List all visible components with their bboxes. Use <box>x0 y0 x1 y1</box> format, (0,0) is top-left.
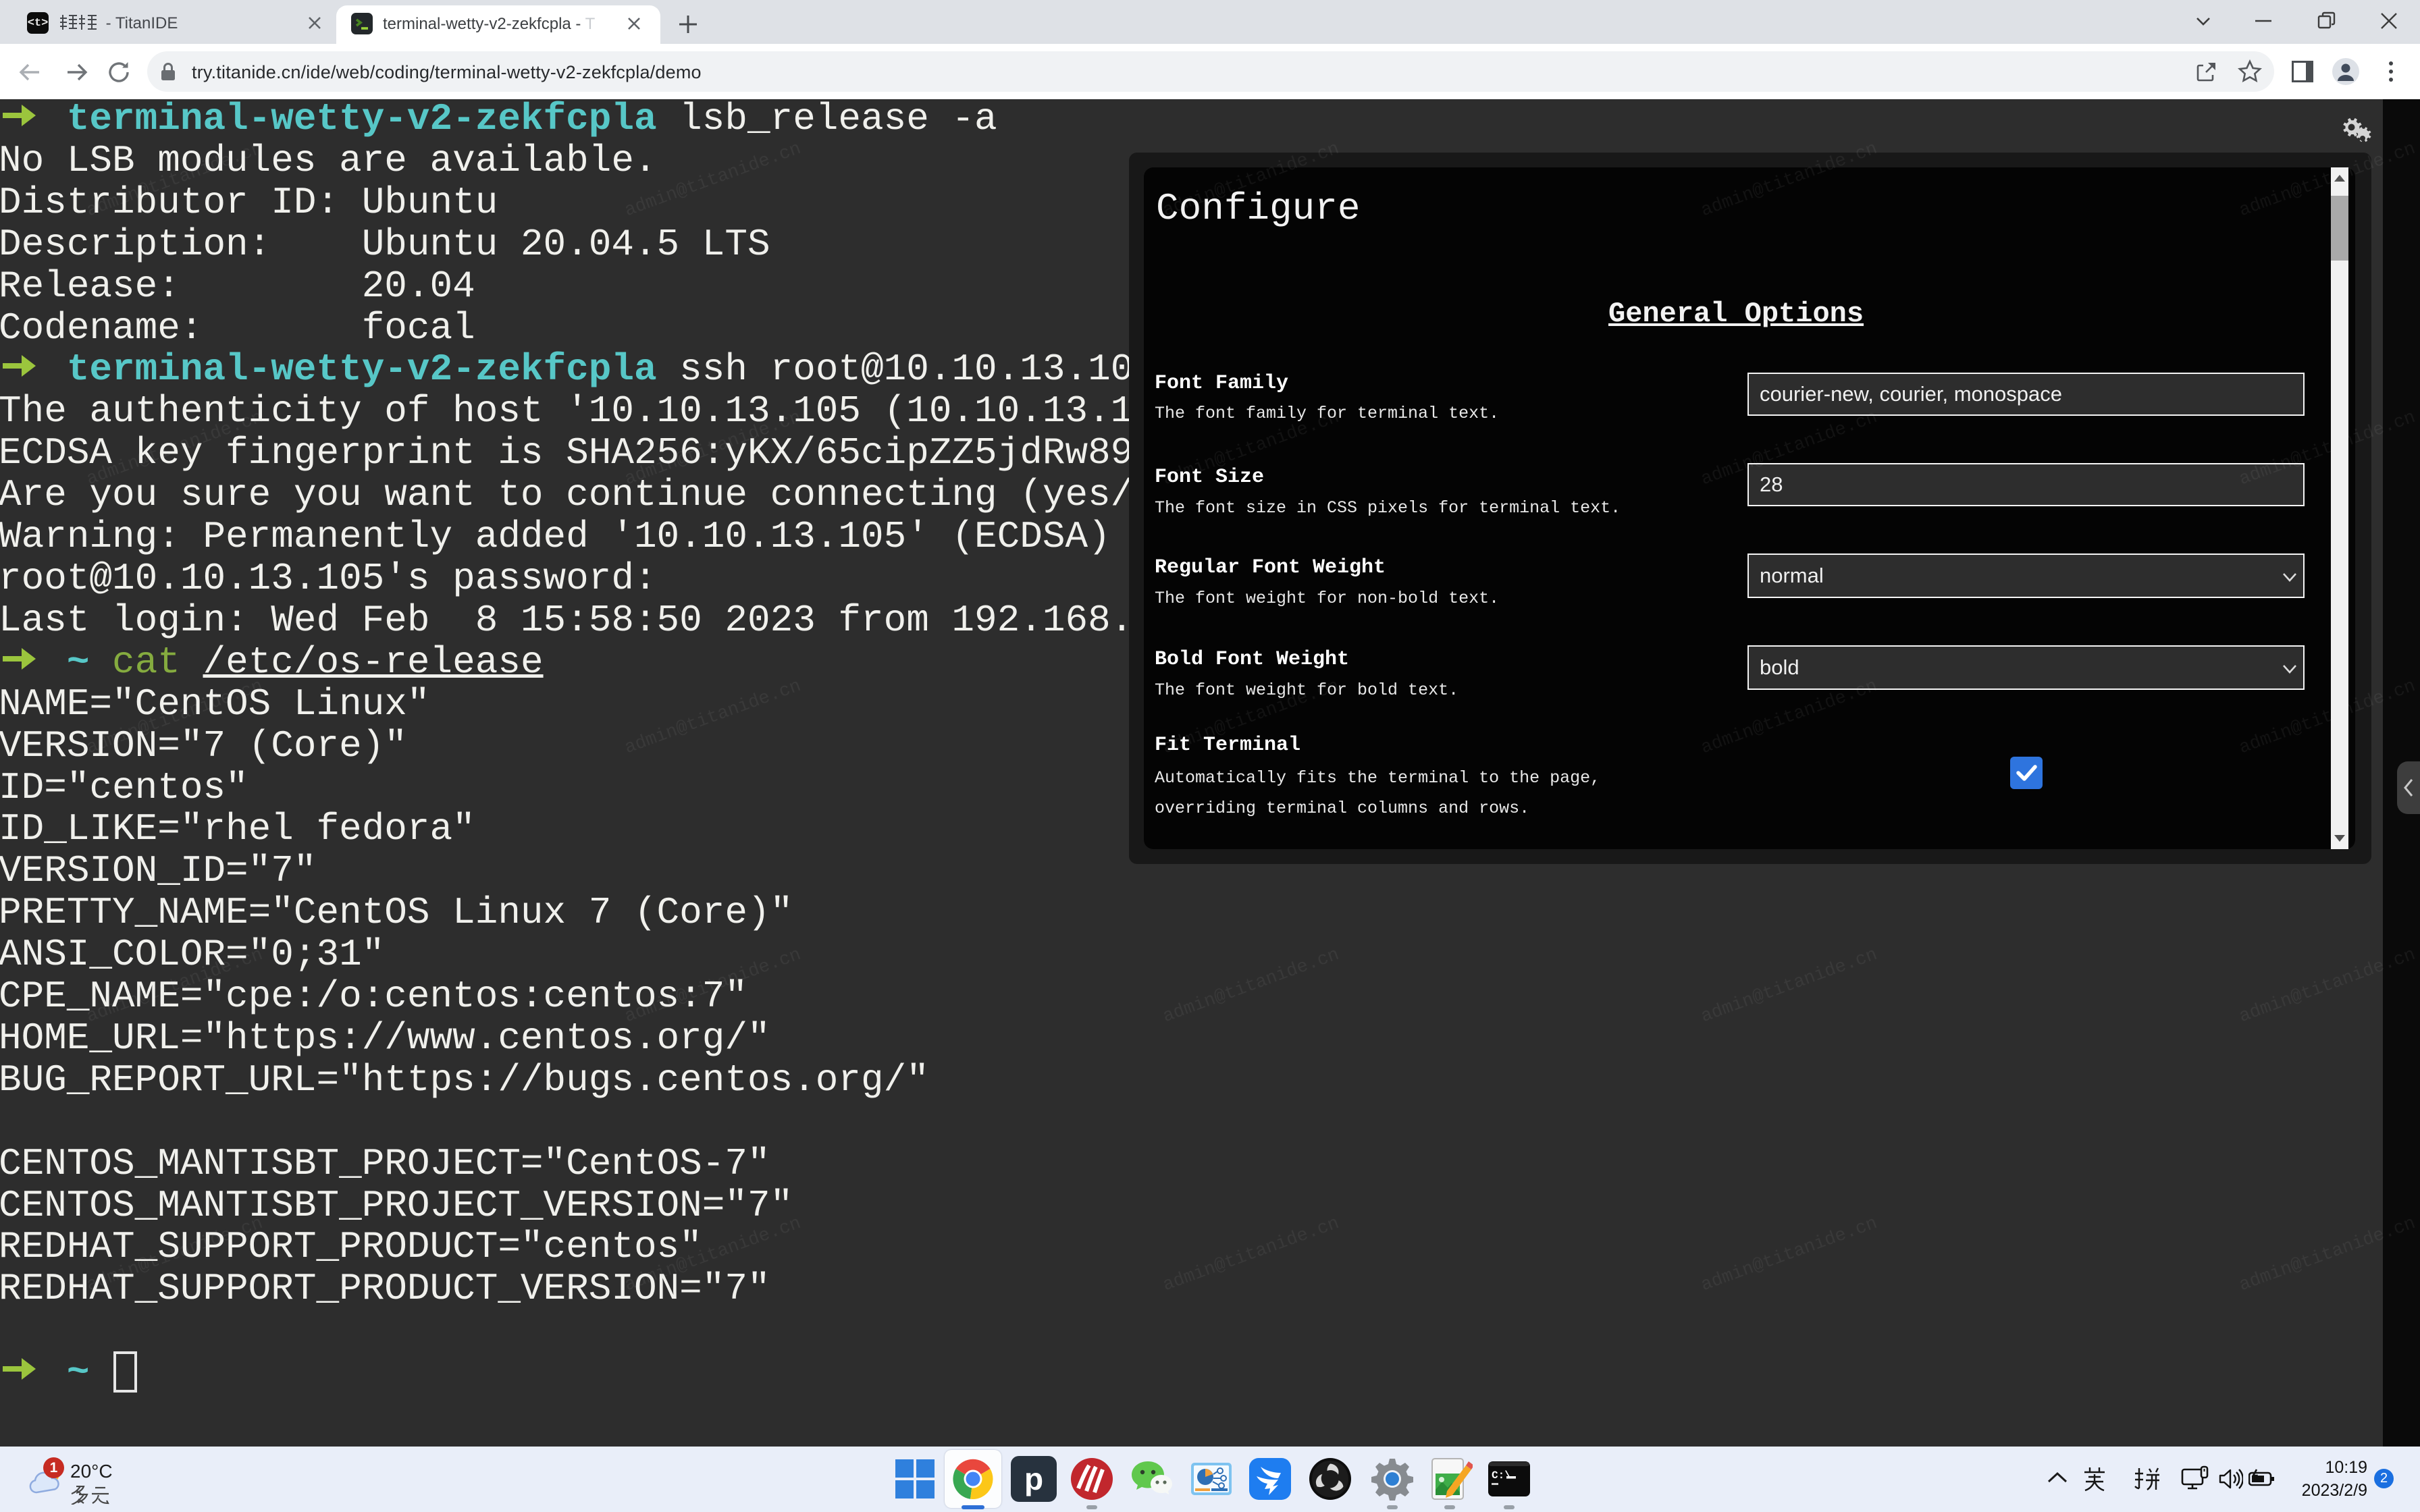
svg-text:C:\: C:\ <box>1492 1469 1511 1482</box>
